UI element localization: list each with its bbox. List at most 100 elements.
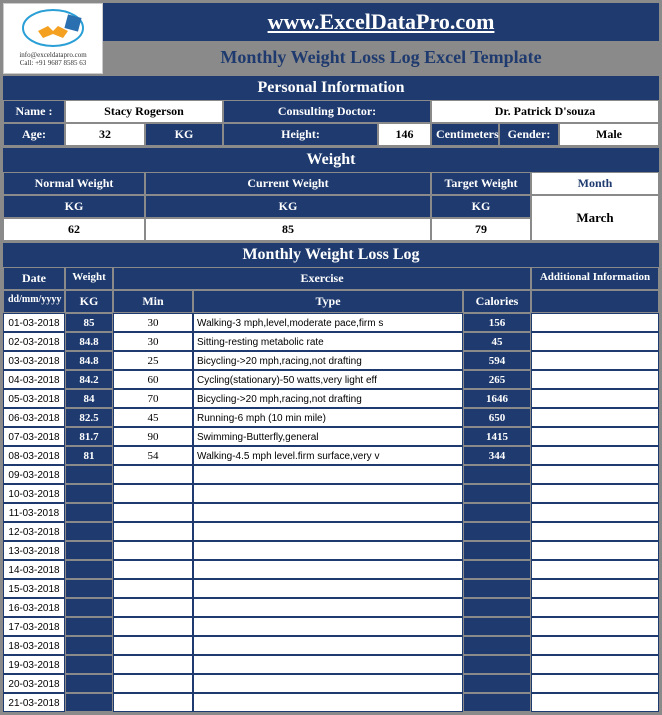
cell-type[interactable]: [193, 693, 463, 712]
cell-calories[interactable]: 344: [463, 446, 531, 465]
cell-min[interactable]: [113, 617, 193, 636]
cell-min[interactable]: [113, 484, 193, 503]
cell-type[interactable]: [193, 465, 463, 484]
cell-min[interactable]: [113, 560, 193, 579]
cell-additional[interactable]: [531, 598, 659, 617]
cell-additional[interactable]: [531, 693, 659, 712]
cell-weight[interactable]: 84.8: [65, 332, 113, 351]
cell-weight[interactable]: [65, 541, 113, 560]
cell-calories[interactable]: 45: [463, 332, 531, 351]
cell-date[interactable]: 12-03-2018: [3, 522, 65, 541]
cell-additional[interactable]: [531, 446, 659, 465]
cell-min[interactable]: [113, 655, 193, 674]
cell-min[interactable]: [113, 674, 193, 693]
cell-date[interactable]: 11-03-2018: [3, 503, 65, 522]
cell-weight[interactable]: [65, 522, 113, 541]
cell-calories[interactable]: 156: [463, 313, 531, 332]
cell-calories[interactable]: 265: [463, 370, 531, 389]
cell-type[interactable]: [193, 560, 463, 579]
cell-min[interactable]: [113, 465, 193, 484]
cell-date[interactable]: 10-03-2018: [3, 484, 65, 503]
cell-calories[interactable]: [463, 693, 531, 712]
cell-additional[interactable]: [531, 503, 659, 522]
cell-min[interactable]: [113, 579, 193, 598]
cell-type[interactable]: [193, 598, 463, 617]
cell-additional[interactable]: [531, 332, 659, 351]
cell-date[interactable]: 03-03-2018: [3, 351, 65, 370]
cell-min[interactable]: 45: [113, 408, 193, 427]
cell-additional[interactable]: [531, 636, 659, 655]
gender-value[interactable]: Male: [559, 123, 659, 146]
cell-date[interactable]: 08-03-2018: [3, 446, 65, 465]
cell-min[interactable]: [113, 503, 193, 522]
cell-calories[interactable]: [463, 636, 531, 655]
doctor-value[interactable]: Dr. Patrick D'souza: [431, 100, 659, 123]
cell-type[interactable]: [193, 617, 463, 636]
cell-min[interactable]: 60: [113, 370, 193, 389]
site-url-link[interactable]: www.ExcelDataPro.com: [103, 3, 659, 41]
cell-date[interactable]: 21-03-2018: [3, 693, 65, 712]
cell-date[interactable]: 01-03-2018: [3, 313, 65, 332]
current-weight-value[interactable]: 85: [145, 218, 431, 241]
cell-type[interactable]: [193, 503, 463, 522]
cell-additional[interactable]: [531, 522, 659, 541]
cell-weight[interactable]: [65, 465, 113, 484]
cell-calories[interactable]: 594: [463, 351, 531, 370]
cell-type[interactable]: [193, 655, 463, 674]
cell-type[interactable]: [193, 484, 463, 503]
cell-min[interactable]: 90: [113, 427, 193, 446]
cell-min[interactable]: [113, 636, 193, 655]
cell-weight[interactable]: 81.7: [65, 427, 113, 446]
cell-weight[interactable]: [65, 617, 113, 636]
cell-type[interactable]: Cycling(stationary)-50 watts,very light …: [193, 370, 463, 389]
cell-type[interactable]: Swimming-Butterfly,general: [193, 427, 463, 446]
cell-type[interactable]: [193, 522, 463, 541]
cell-min[interactable]: [113, 693, 193, 712]
cell-additional[interactable]: [531, 560, 659, 579]
cell-weight[interactable]: [65, 655, 113, 674]
cell-calories[interactable]: 650: [463, 408, 531, 427]
cell-weight[interactable]: 84.8: [65, 351, 113, 370]
cell-date[interactable]: 07-03-2018: [3, 427, 65, 446]
cell-weight[interactable]: [65, 560, 113, 579]
cell-min[interactable]: 30: [113, 332, 193, 351]
cell-weight[interactable]: [65, 484, 113, 503]
cell-min[interactable]: 30: [113, 313, 193, 332]
cell-calories[interactable]: [463, 465, 531, 484]
cell-type[interactable]: [193, 579, 463, 598]
cell-additional[interactable]: [531, 465, 659, 484]
cell-calories[interactable]: [463, 655, 531, 674]
cell-calories[interactable]: [463, 503, 531, 522]
cell-date[interactable]: 20-03-2018: [3, 674, 65, 693]
cell-calories[interactable]: [463, 674, 531, 693]
cell-weight[interactable]: [65, 636, 113, 655]
cell-additional[interactable]: [531, 484, 659, 503]
cell-weight[interactable]: [65, 693, 113, 712]
height-value[interactable]: 146: [378, 123, 431, 146]
cell-date[interactable]: 16-03-2018: [3, 598, 65, 617]
cell-min[interactable]: 54: [113, 446, 193, 465]
cell-date[interactable]: 14-03-2018: [3, 560, 65, 579]
cell-type[interactable]: Walking-3 mph,level,moderate pace,firm s: [193, 313, 463, 332]
cell-weight[interactable]: [65, 674, 113, 693]
cell-additional[interactable]: [531, 674, 659, 693]
cell-type[interactable]: Bicycling->20 mph,racing,not drafting: [193, 351, 463, 370]
cell-min[interactable]: [113, 522, 193, 541]
cell-calories[interactable]: [463, 560, 531, 579]
cell-date[interactable]: 05-03-2018: [3, 389, 65, 408]
cell-date[interactable]: 04-03-2018: [3, 370, 65, 389]
normal-weight-value[interactable]: 62: [3, 218, 145, 241]
target-weight-value[interactable]: 79: [431, 218, 531, 241]
cell-calories[interactable]: [463, 579, 531, 598]
cell-type[interactable]: Running-6 mph (10 min mile): [193, 408, 463, 427]
cell-calories[interactable]: 1646: [463, 389, 531, 408]
cell-additional[interactable]: [531, 313, 659, 332]
cell-weight[interactable]: [65, 579, 113, 598]
cell-min[interactable]: 70: [113, 389, 193, 408]
cell-additional[interactable]: [531, 617, 659, 636]
cell-type[interactable]: Bicycling->20 mph,racing,not drafting: [193, 389, 463, 408]
cell-additional[interactable]: [531, 408, 659, 427]
cell-additional[interactable]: [531, 370, 659, 389]
cell-date[interactable]: 09-03-2018: [3, 465, 65, 484]
cell-weight[interactable]: 81: [65, 446, 113, 465]
